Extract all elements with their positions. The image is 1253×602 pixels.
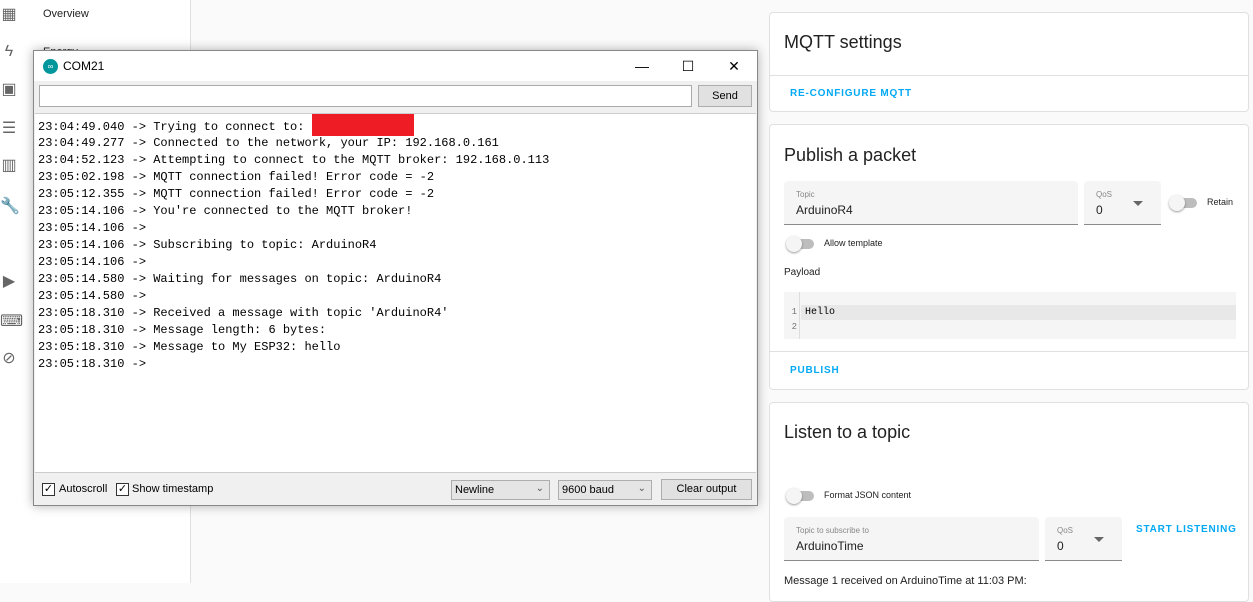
topic-label: Topic xyxy=(796,190,815,199)
title-bar[interactable]: ∞ COM21 — ☐ ✕ xyxy=(34,51,757,81)
serial-input[interactable] xyxy=(39,85,692,107)
serial-monitor-window: ∞ COM21 — ☐ ✕ Send 23:04:49.040 -> Tryin… xyxy=(33,50,758,506)
list-icon[interactable]: ☰ xyxy=(0,120,18,138)
output-line: 23:05:14.106 -> xyxy=(38,221,154,235)
terminal-icon[interactable]: ⌨ xyxy=(0,313,23,331)
dashboard-icon[interactable]: ▦ xyxy=(0,6,18,24)
publish-card: Publish a packet Topic ArduinoR4 QoS 0 R… xyxy=(769,124,1249,390)
output-line: 23:04:49.040 -> Trying to connect to: xyxy=(38,114,756,136)
output-line: 23:05:14.106 -> Subscribing to topic: Ar… xyxy=(38,238,377,252)
autoscroll-checkbox[interactable]: ✓ xyxy=(42,483,55,496)
line-ending-select[interactable]: Newline ⌄ xyxy=(451,480,550,500)
output-line: 23:05:14.106 -> xyxy=(38,255,154,269)
allow-template-label: Allow template xyxy=(824,238,883,248)
reconfigure-mqtt-button[interactable]: RE-CONFIGURE MQTT xyxy=(790,88,912,99)
output-line: 23:05:14.580 -> xyxy=(38,289,154,303)
minimize-icon[interactable]: — xyxy=(619,51,665,81)
send-button[interactable]: Send xyxy=(698,85,752,107)
subscribe-topic-field[interactable]: Topic to subscribe to ArduinoTime xyxy=(784,517,1039,561)
payload-label: Payload xyxy=(784,267,821,278)
output-line: 23:05:18.310 -> Message length: 6 bytes: xyxy=(38,323,327,337)
lightning-icon[interactable]: ϟ xyxy=(0,43,18,61)
qos-label: QoS xyxy=(1057,526,1074,535)
output-line: 23:05:18.310 -> Message to My ESP32: hel… xyxy=(38,340,341,354)
listen-card: Listen to a topic Format JSON content To… xyxy=(769,402,1249,602)
chart-icon[interactable]: ▥ xyxy=(0,157,18,175)
arduino-logo-icon: ∞ xyxy=(43,59,58,74)
show-timestamp-checkbox[interactable]: ✓ xyxy=(116,483,129,496)
output-line: 23:05:14.106 -> You're connected to the … xyxy=(38,204,413,218)
format-json-toggle[interactable] xyxy=(786,488,814,504)
wrench-icon[interactable]: 🔧 xyxy=(0,198,20,216)
compass-icon[interactable]: ⊘ xyxy=(0,350,18,368)
qos-value: 0 xyxy=(1057,539,1064,553)
received-message: Message 1 received on ArduinoTime at 11:… xyxy=(784,575,1027,587)
show-timestamp-label: Show timestamp xyxy=(132,483,214,495)
output-line: 23:05:18.310 -> Received a message with … xyxy=(38,306,449,320)
caret-down-icon xyxy=(1133,201,1143,206)
card-title: MQTT settings xyxy=(784,32,902,52)
payload-editor[interactable]: 12 Hello xyxy=(784,292,1236,339)
baud-select[interactable]: 9600 baud ⌄ xyxy=(558,480,652,500)
line-numbers: 12 xyxy=(784,292,800,339)
qos-select[interactable]: QoS 0 xyxy=(1045,517,1122,561)
chevron-down-icon: ⌄ xyxy=(637,483,646,494)
retain-toggle[interactable] xyxy=(1169,195,1197,211)
output-line: 23:05:12.355 -> MQTT connection failed! … xyxy=(38,187,435,201)
media-icon[interactable]: ▶ xyxy=(0,273,18,291)
chevron-down-icon: ⌄ xyxy=(535,483,544,494)
redacted-box xyxy=(311,114,414,136)
autoscroll-label: Autoscroll xyxy=(59,483,108,495)
sidebar-item-overview[interactable]: Overview xyxy=(43,8,89,20)
publish-button[interactable]: PUBLISH xyxy=(790,365,840,376)
maximize-icon[interactable]: ☐ xyxy=(665,51,711,81)
person-badge-icon[interactable]: ▣ xyxy=(0,81,18,99)
output-line: 23:05:14.580 -> Waiting for messages on … xyxy=(38,272,442,286)
topic-label: Topic to subscribe to xyxy=(796,526,869,535)
output-line: 23:05:02.198 -> MQTT connection failed! … xyxy=(38,170,435,184)
allow-template-toggle[interactable] xyxy=(786,236,814,252)
clear-output-button[interactable]: Clear output xyxy=(661,479,752,500)
start-listening-button[interactable]: START LISTENING xyxy=(1136,524,1237,535)
window-title: COM21 xyxy=(63,59,105,73)
topic-value: ArduinoR4 xyxy=(796,203,853,217)
output-line: 23:04:52.123 -> Attempting to connect to… xyxy=(38,153,550,167)
qos-label: QoS xyxy=(1096,190,1113,199)
icon-sidebar: ▦ ϟ ▣ ☰ ▥ 🔧 ▶ ⌨ ⊘ xyxy=(0,0,30,583)
caret-down-icon xyxy=(1094,537,1104,542)
card-title: Publish a packet xyxy=(784,145,917,165)
topic-field[interactable]: Topic ArduinoR4 xyxy=(784,181,1078,225)
output-line: 23:04:49.277 -> Connected to the network… xyxy=(38,136,499,150)
payload-line: Hello xyxy=(801,305,1236,320)
format-json-label: Format JSON content xyxy=(824,490,912,500)
qos-select[interactable]: QoS 0 xyxy=(1084,181,1161,225)
retain-label: Retain xyxy=(1207,197,1234,207)
card-title: Listen to a topic xyxy=(784,422,911,442)
close-icon[interactable]: ✕ xyxy=(711,51,757,81)
output-line: 23:05:18.310 -> xyxy=(38,357,154,371)
mqtt-settings-card: MQTT settings RE-CONFIGURE MQTT xyxy=(769,12,1249,112)
qos-value: 0 xyxy=(1096,203,1103,217)
topic-value: ArduinoTime xyxy=(796,539,864,553)
bottom-bar: ✓ Autoscroll ✓ Show timestamp Newline ⌄ 9… xyxy=(34,474,757,506)
serial-output[interactable]: 23:04:49.040 -> Trying to connect to: 23… xyxy=(35,113,756,473)
